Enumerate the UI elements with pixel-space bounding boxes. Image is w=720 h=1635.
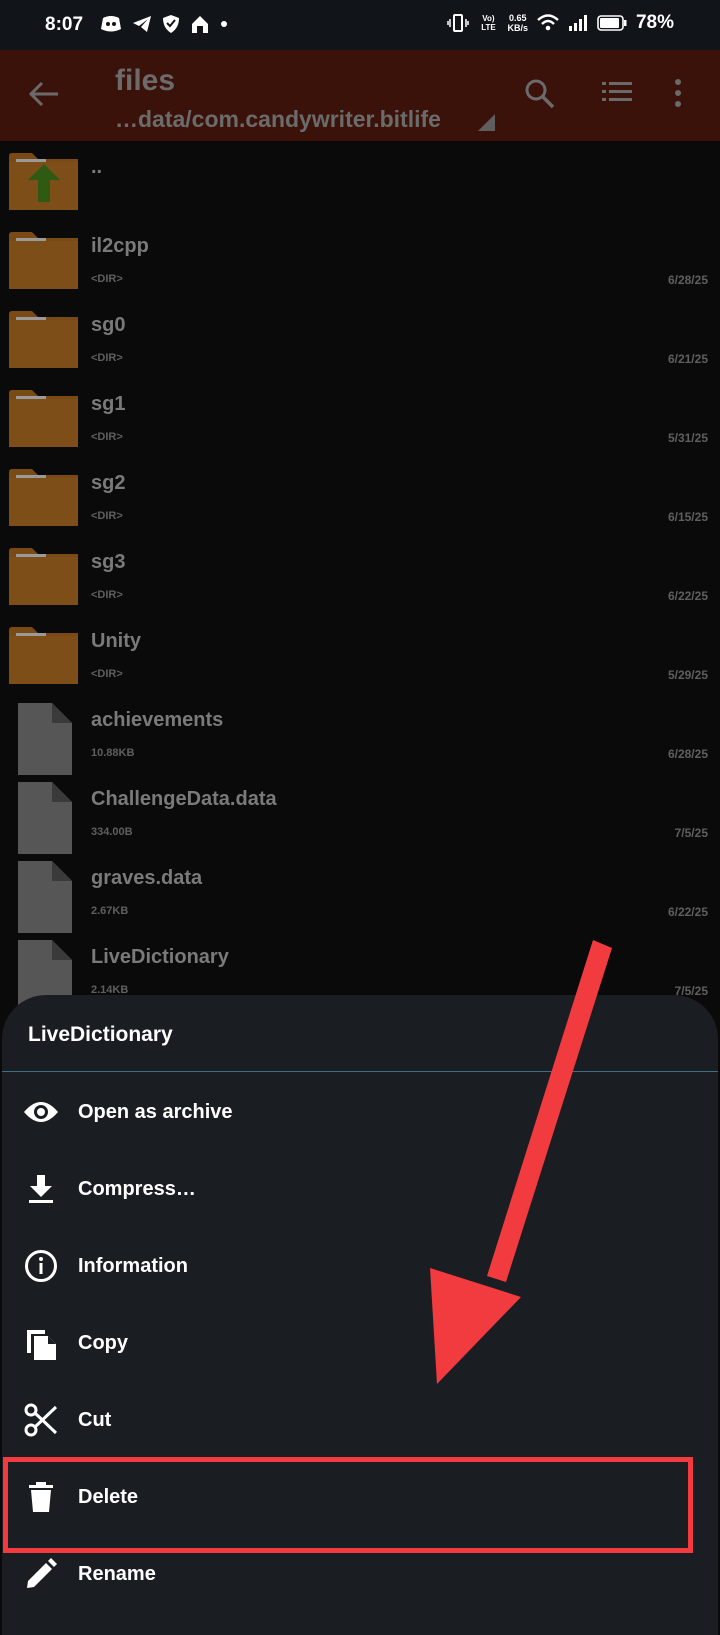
annotation-highlight-box	[3, 1457, 693, 1553]
annotation-arrow	[430, 940, 612, 1384]
